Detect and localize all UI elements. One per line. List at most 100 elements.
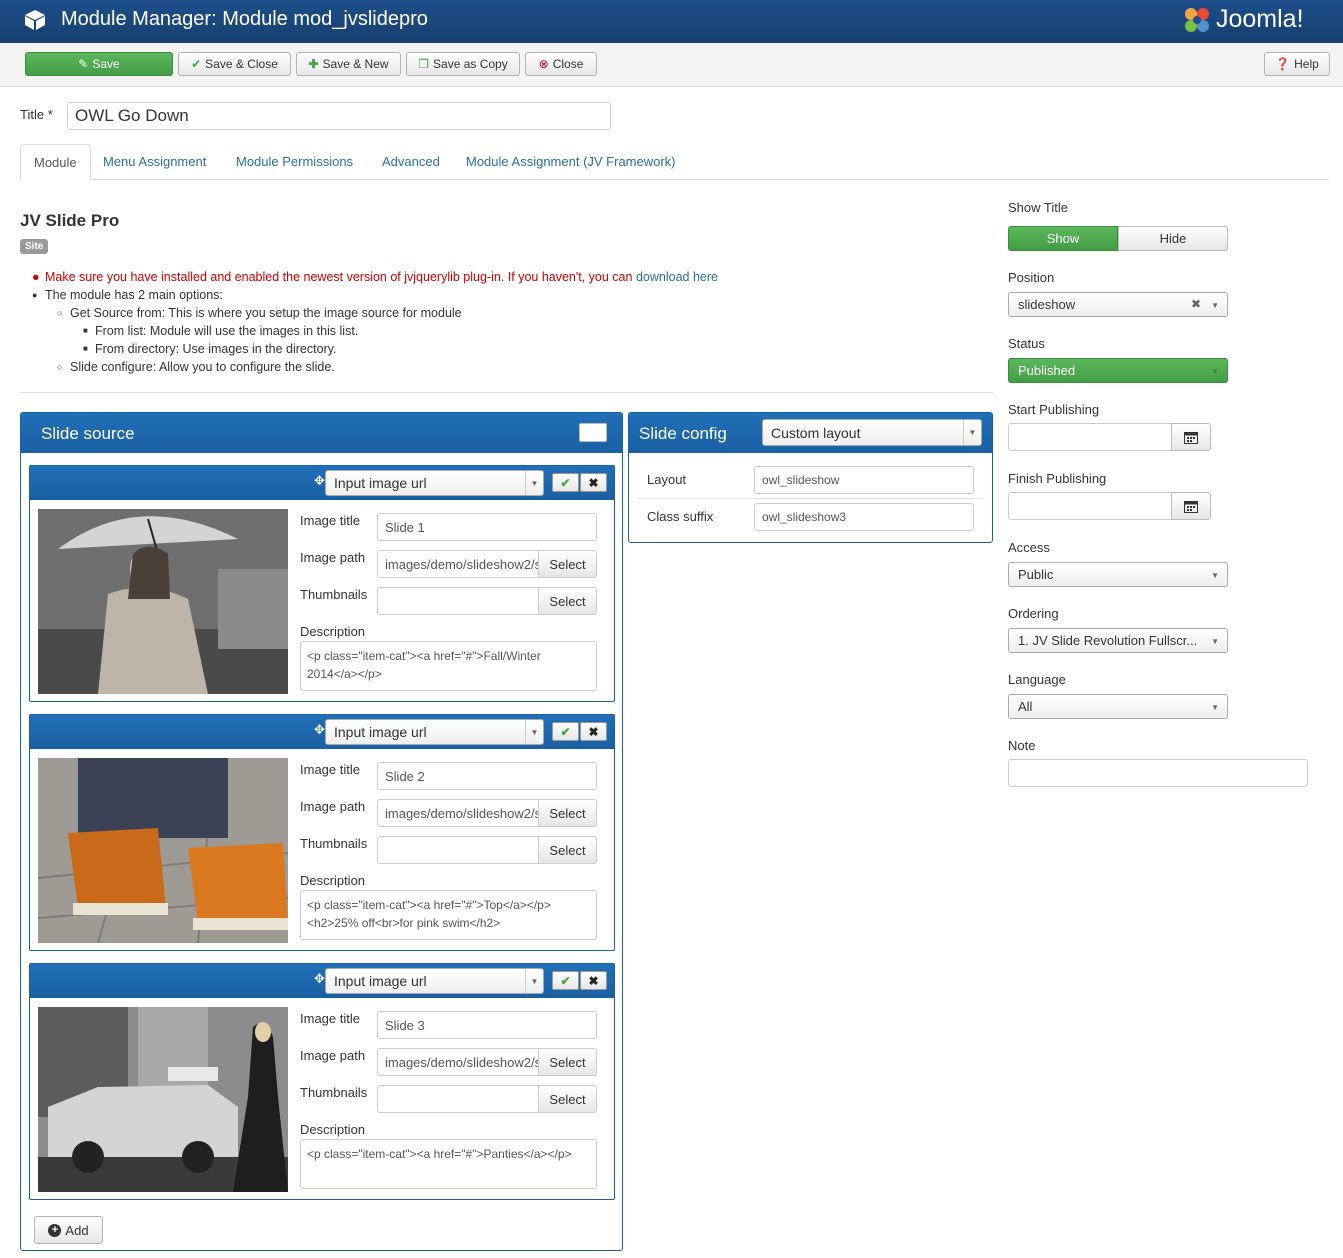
info-list-text: From list: Module will use the images in… <box>95 324 359 338</box>
tab-module[interactable]: Module <box>20 144 91 181</box>
image-path-select-button[interactable]: Select <box>538 550 597 578</box>
status-value: Published <box>1018 363 1076 378</box>
source-type-select[interactable]: Input image url ▼ <box>325 719 544 745</box>
save-close-label: Save & Close <box>205 57 278 71</box>
image-title-input[interactable]: Slide 3 <box>377 1011 597 1039</box>
drag-handle-icon[interactable]: ✥ <box>314 722 325 738</box>
layout-input[interactable]: owl_slideshow <box>754 466 974 494</box>
confirm-button[interactable]: ✔ <box>552 971 579 990</box>
start-calendar-button[interactable] <box>1171 423 1211 451</box>
show-title-label: Show Title <box>1008 200 1068 215</box>
remove-button[interactable]: ✖ <box>580 473 607 492</box>
position-select[interactable]: slideshow ✖ ▼ <box>1008 292 1228 317</box>
image-path-input[interactable]: images/demo/slideshow2/s <box>377 550 539 578</box>
thumbnails-select-button[interactable]: Select <box>538 836 597 864</box>
start-publishing-input[interactable] <box>1008 423 1172 451</box>
remove-button[interactable]: ✖ <box>580 722 607 741</box>
thumbnails-label: Thumbnails <box>300 587 368 602</box>
confirm-button[interactable]: ✔ <box>552 473 579 492</box>
square-bullet-icon: ■ <box>83 344 88 353</box>
help-button[interactable]: ❓ Help <box>1264 52 1330 76</box>
language-select[interactable]: All ▼ <box>1008 694 1228 719</box>
slide-item-header: ✥ Input image url ▼ ✔ ✖ <box>30 466 614 500</box>
source-type-select[interactable]: Input image url ▼ <box>325 968 544 994</box>
source-type-select[interactable]: Input image url ▼ <box>325 470 544 496</box>
question-icon: ❓ <box>1275 57 1291 71</box>
image-path-select-button[interactable]: Select <box>538 1048 597 1076</box>
tab-module-permissions[interactable]: Module Permissions <box>223 144 366 180</box>
toggle-button[interactable] <box>579 423 607 442</box>
site-badge: Site <box>20 239 49 254</box>
note-input[interactable] <box>1008 759 1308 787</box>
copy-icon: ❐ <box>418 57 430 71</box>
thumbnails-input[interactable] <box>377 1085 539 1113</box>
ordering-select[interactable]: 1. JV Slide Revolution Fullscr... ▼ <box>1008 628 1228 653</box>
image-title-input[interactable]: Slide 2 <box>377 762 597 790</box>
save-new-button[interactable]: ✚ Save & New <box>296 52 401 76</box>
image-title-label: Image title <box>300 762 360 777</box>
circle-bullet-icon: ○ <box>57 362 63 372</box>
thumbnails-input[interactable] <box>377 836 539 864</box>
tab-advanced[interactable]: Advanced <box>369 144 453 180</box>
chevron-down-icon: ▼ <box>1211 301 1219 310</box>
class-suffix-label: Class suffix <box>647 509 714 524</box>
save-button[interactable]: ✎ Save <box>25 52 173 76</box>
chevron-down-icon: ▼ <box>963 420 981 445</box>
finish-calendar-button[interactable] <box>1171 492 1211 520</box>
position-label: Position <box>1008 270 1055 285</box>
edit-icon: ✎ <box>78 57 89 71</box>
info-main-text: The module has 2 main options: <box>45 288 223 302</box>
description-textarea[interactable]: <p class="item-cat"><a href="#">Panties<… <box>300 1139 597 1189</box>
module-info-list: ● Make sure you have installed and enabl… <box>32 268 718 376</box>
confirm-button[interactable]: ✔ <box>552 722 579 741</box>
page-title: Module Manager: Module mod_jvslidepro <box>61 8 428 30</box>
class-suffix-input[interactable]: owl_slideshow3 <box>754 503 974 531</box>
slide-item-header: ✥ Input image url ▼ ✔ ✖ <box>30 715 614 749</box>
drag-handle-icon[interactable]: ✥ <box>314 473 325 489</box>
divider <box>637 498 984 499</box>
description-textarea[interactable]: <p class="item-cat"><a href="#">Top</a><… <box>300 890 597 940</box>
image-path-label: Image path <box>300 1048 366 1063</box>
save-copy-button[interactable]: ❐ Save as Copy <box>406 52 520 76</box>
thumbnails-input[interactable] <box>377 587 539 615</box>
source-type-value: Input image url <box>334 973 427 989</box>
image-path-input[interactable]: images/demo/slideshow2/s <box>377 799 539 827</box>
image-path-select-button[interactable]: Select <box>538 799 597 827</box>
tab-module-assignment-jv[interactable]: Module Assignment (JV Framework) <box>453 144 689 180</box>
slide-thumbnail-image <box>38 1007 288 1192</box>
download-link[interactable]: download here <box>636 270 718 284</box>
title-input[interactable]: OWL Go Down <box>67 102 611 130</box>
circle-bullet-icon: ○ <box>57 308 63 318</box>
language-value: All <box>1018 699 1033 714</box>
image-title-label: Image title <box>300 1011 360 1026</box>
image-path-input[interactable]: images/demo/slideshow2/s <box>377 1048 539 1076</box>
thumbnails-select-button[interactable]: Select <box>538 1085 597 1113</box>
description-label: Description <box>300 1122 366 1137</box>
image-title-input[interactable]: Slide 1 <box>377 513 597 541</box>
description-textarea[interactable]: <p class="item-cat"><a href="#">Fall/Win… <box>300 641 597 691</box>
remove-button[interactable]: ✖ <box>580 971 607 990</box>
layout-type-select[interactable]: Custom layout ▼ <box>762 419 982 446</box>
close-button[interactable]: ⊗ Close <box>525 52 597 76</box>
info-dir-text: From directory: Use images in the direct… <box>95 342 337 356</box>
clear-icon[interactable]: ✖ <box>1191 297 1201 311</box>
calendar-icon <box>1184 431 1198 444</box>
status-select[interactable]: Published ▼ <box>1008 358 1228 383</box>
save-close-button[interactable]: ✔ Save & Close <box>178 52 291 76</box>
tab-menu-assignment[interactable]: Menu Assignment <box>90 144 219 180</box>
finish-publishing-label: Finish Publishing <box>1008 471 1107 486</box>
show-title-hide-button[interactable]: Hide <box>1118 226 1228 251</box>
plus-circle-icon: + <box>48 1223 62 1237</box>
info-item: ○ Get Source from: This is where you setu… <box>32 304 718 322</box>
thumbnails-select-button[interactable]: Select <box>538 587 597 615</box>
drag-handle-icon[interactable]: ✥ <box>314 971 325 987</box>
thumbnails-label: Thumbnails <box>300 836 368 851</box>
close-label: Close <box>552 57 584 71</box>
show-title-show-button[interactable]: Show <box>1008 226 1118 251</box>
finish-publishing-input[interactable] <box>1008 492 1172 520</box>
thumbnails-label: Thumbnails <box>300 1085 368 1100</box>
info-item: ■ From list: Module will use the images i… <box>32 322 718 340</box>
description-label: Description <box>300 873 366 888</box>
add-slide-button[interactable]: + Add <box>34 1216 103 1244</box>
access-select[interactable]: Public ▼ <box>1008 562 1228 587</box>
